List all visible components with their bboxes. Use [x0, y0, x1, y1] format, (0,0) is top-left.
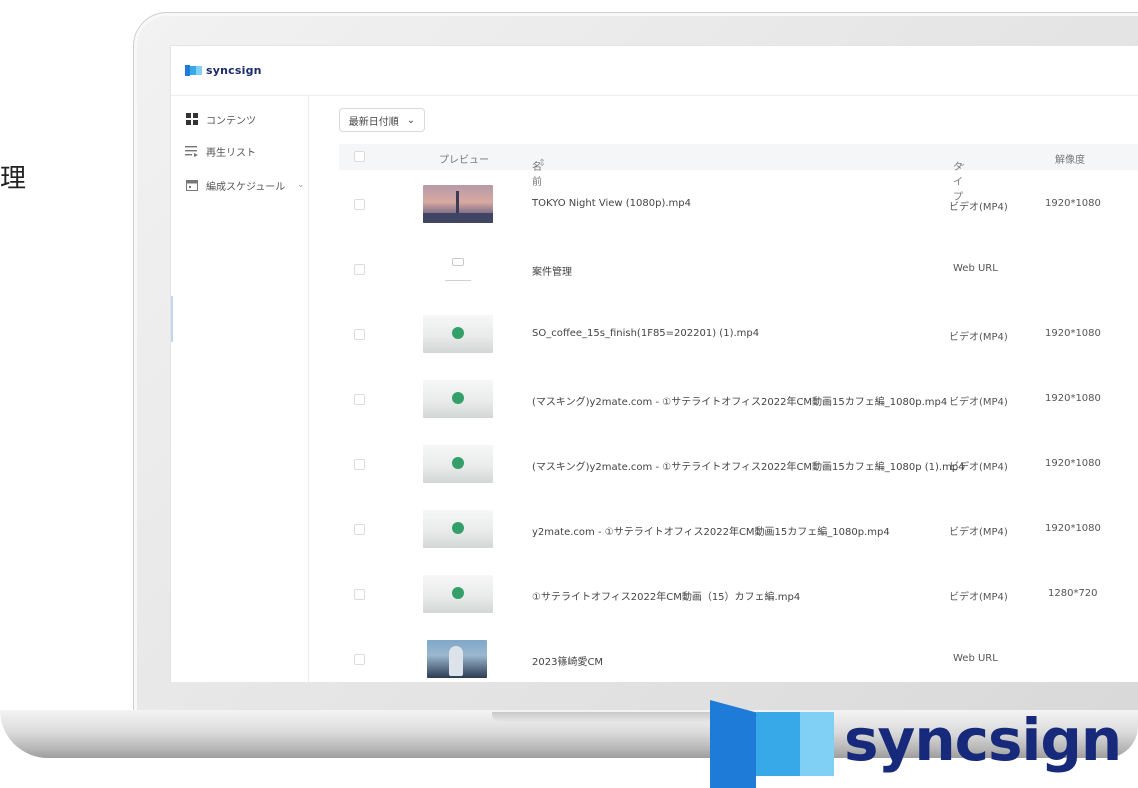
syncsign-brand-logo: syncsign: [710, 700, 1138, 788]
sidebar: コンテンツ 再生リスト 編成スケジュール ⌄: [171, 96, 309, 682]
grid-icon: [185, 113, 198, 125]
table-row[interactable]: (マスキング)y2mate.com - ①サテライトオフィス2022年CM動画1…: [339, 367, 1138, 432]
sidebar-item-playlist[interactable]: 再生リスト: [185, 142, 256, 160]
sort-icon: ⇕: [538, 158, 547, 169]
content-main: 最新日付順 ⌄ プレビュー 名前 ⇕ タイプ ⌄ 解像度 TOKYO Night…: [309, 96, 1138, 682]
select-all-checkbox[interactable]: [354, 151, 365, 162]
app-logo[interactable]: syncsign: [185, 64, 262, 77]
sidebar-item-label: 編成スケジュール: [206, 181, 286, 193]
web-thumbnail: [427, 640, 487, 678]
row-checkbox[interactable]: [354, 654, 365, 665]
sidebar-item-label: コンテンツ: [206, 115, 256, 127]
table-row[interactable]: SO_coffee_15s_finish(1F85=202201) (1).mp…: [339, 302, 1138, 367]
file-type: ビデオ(MP4): [949, 332, 1008, 343]
file-resolution: 1920*1080: [1045, 328, 1101, 339]
chevron-down-icon[interactable]: ⌄: [297, 180, 305, 190]
file-type: ビデオ(MP4): [949, 462, 1008, 473]
table-row[interactable]: (マスキング)y2mate.com - ①サテライトオフィス2022年CM動画1…: [339, 432, 1138, 497]
side-text-fragment: 理: [0, 164, 27, 194]
file-resolution: 1920*1080: [1045, 393, 1101, 404]
sidebar-item-contents[interactable]: コンテンツ: [185, 110, 256, 128]
file-type: Web URL: [953, 653, 998, 664]
sidebar-scroll-indicator: [171, 296, 173, 342]
row-checkbox[interactable]: [354, 329, 365, 340]
app-header: syncsign: [171, 46, 1138, 96]
file-name: 案件管理: [532, 267, 572, 278]
video-thumbnail: [423, 445, 493, 483]
file-type: ビデオ(MP4): [949, 527, 1008, 538]
table-row[interactable]: 案件管理 Web URL: [339, 237, 1138, 302]
header-resolution: 解像度: [1055, 155, 1085, 166]
video-thumbnail: [423, 575, 493, 613]
header-preview: プレビュー: [439, 155, 489, 166]
file-resolution: 1920*1080: [1045, 458, 1101, 469]
logo-mark-icon: [710, 700, 756, 788]
video-thumbnail: [423, 380, 493, 418]
table-header: プレビュー 名前 ⇕ タイプ ⌄ 解像度: [339, 144, 1138, 203]
row-checkbox[interactable]: [354, 524, 365, 535]
file-type: ビデオ(MP4): [949, 202, 1008, 213]
row-checkbox[interactable]: [354, 264, 365, 275]
row-checkbox[interactable]: [354, 459, 365, 470]
app-screen: syncsign コンテンツ 再生リスト 編成スケジュール ⌄ 最新日付順 ⌄ …: [170, 45, 1138, 682]
sidebar-item-schedule[interactable]: 編成スケジュール ⌄: [185, 176, 305, 194]
file-resolution: 1920*1080: [1045, 198, 1101, 209]
file-type: Web URL: [953, 263, 998, 274]
syncsign-logo-icon: [185, 65, 202, 76]
file-name: (マスキング)y2mate.com - ①サテライトオフィス2022年CM動画1…: [532, 462, 965, 473]
file-type: ビデオ(MP4): [949, 592, 1008, 603]
file-resolution: 1280*720: [1048, 588, 1098, 599]
calendar-icon: [185, 179, 198, 191]
file-type: ビデオ(MP4): [949, 397, 1008, 408]
brand-logo-text: syncsign: [844, 706, 1122, 774]
sort-dropdown[interactable]: 最新日付順 ⌄: [339, 108, 425, 132]
sort-dropdown-label: 最新日付順: [348, 116, 399, 128]
filter-chevron-icon: ⌄: [958, 158, 967, 169]
row-checkbox[interactable]: [354, 199, 365, 210]
table-row[interactable]: TOKYO Night View (1080p).mp4 ビデオ(MP4) 19…: [339, 172, 1138, 237]
table-row[interactable]: y2mate.com - ①サテライトオフィス2022年CM動画15カフェ編_1…: [339, 497, 1138, 562]
file-name: y2mate.com - ①サテライトオフィス2022年CM動画15カフェ編_1…: [532, 527, 890, 538]
app-logo-text: syncsign: [206, 64, 262, 77]
web-thumbnail: [423, 250, 493, 288]
table-row[interactable]: ①サテライトオフィス2022年CM動画（15）カフェ編.mp4 ビデオ(MP4)…: [339, 562, 1138, 627]
chevron-down-icon: ⌄: [406, 114, 416, 126]
file-name: 2023篠崎愛CM: [532, 657, 604, 668]
file-name: (マスキング)y2mate.com - ①サテライトオフィス2022年CM動画1…: [532, 397, 948, 408]
file-name: SO_coffee_15s_finish(1F85=202201) (1).mp…: [532, 328, 760, 339]
row-checkbox[interactable]: [354, 589, 365, 600]
file-name: TOKYO Night View (1080p).mp4: [532, 198, 691, 209]
video-thumbnail: [423, 315, 493, 353]
file-resolution: 1920*1080: [1045, 523, 1101, 534]
table-row[interactable]: 2023篠崎愛CM Web URL: [339, 627, 1138, 682]
video-thumbnail: [423, 185, 493, 223]
video-thumbnail: [423, 510, 493, 548]
playlist-icon: [185, 145, 198, 157]
row-checkbox[interactable]: [354, 394, 365, 405]
sidebar-item-label: 再生リスト: [206, 147, 256, 159]
file-name: ①サテライトオフィス2022年CM動画（15）カフェ編.mp4: [532, 592, 801, 603]
